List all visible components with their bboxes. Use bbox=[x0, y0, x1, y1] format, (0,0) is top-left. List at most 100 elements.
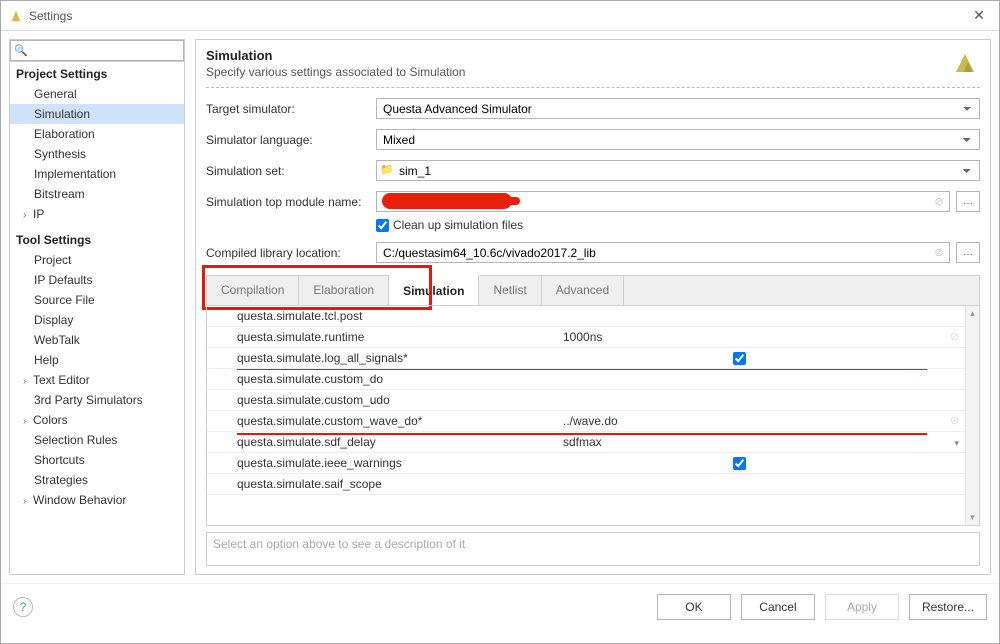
option-row[interactable]: questa.simulate.sdf_delay sdfmax ▾ bbox=[207, 432, 965, 453]
cancel-button[interactable]: Cancel bbox=[741, 594, 815, 620]
search-input[interactable] bbox=[10, 40, 184, 61]
clear-icon[interactable]: ⊘ bbox=[932, 194, 946, 208]
option-row[interactable]: questa.simulate.ieee_warnings bbox=[207, 453, 965, 474]
sidebar-item-general[interactable]: General bbox=[10, 84, 184, 104]
tool-settings-heading: Tool Settings bbox=[10, 230, 184, 250]
redacted-annotation bbox=[382, 193, 512, 209]
option-value[interactable]: sdfmax ▾ bbox=[557, 432, 965, 452]
option-checkbox[interactable] bbox=[733, 352, 746, 365]
scrollbar[interactable]: ▴ ▾ bbox=[965, 306, 979, 525]
browse-button[interactable]: … bbox=[956, 191, 980, 212]
option-value[interactable] bbox=[557, 306, 965, 326]
settings-tree: Project Settings GeneralSimulationElabor… bbox=[10, 62, 184, 574]
option-value[interactable] bbox=[557, 474, 965, 494]
sidebar-item-elaboration[interactable]: Elaboration bbox=[10, 124, 184, 144]
content-panel: Simulation Specify various settings asso… bbox=[195, 39, 991, 575]
ok-button[interactable]: OK bbox=[657, 594, 731, 620]
sidebar-item-ip-defaults[interactable]: IP Defaults bbox=[10, 270, 184, 290]
clear-icon[interactable]: ⊘ bbox=[950, 330, 959, 343]
tab-simulation[interactable]: Simulation bbox=[389, 275, 479, 305]
folder-icon: 📁 bbox=[380, 163, 394, 176]
option-text: ../wave.do bbox=[563, 414, 618, 428]
browse-button[interactable]: … bbox=[956, 242, 980, 263]
search-row: 🔍 bbox=[10, 40, 184, 62]
scroll-down-icon[interactable]: ▾ bbox=[968, 510, 977, 525]
options-grid: questa.simulate.tcl.post questa.simulate.… bbox=[207, 306, 965, 525]
option-value[interactable] bbox=[557, 348, 965, 368]
project-settings-heading: Project Settings bbox=[10, 64, 184, 84]
option-key: questa.simulate.custom_udo bbox=[207, 393, 557, 407]
option-key: questa.simulate.log_all_signals* bbox=[207, 351, 557, 365]
option-row[interactable]: questa.simulate.custom_udo bbox=[207, 390, 965, 411]
option-key: questa.simulate.custom_wave_do* bbox=[207, 414, 557, 428]
option-value[interactable] bbox=[557, 453, 965, 473]
option-key: questa.simulate.ieee_warnings bbox=[207, 456, 557, 470]
target-simulator-label: Target simulator: bbox=[206, 102, 366, 116]
simulation-set-label: Simulation set: bbox=[206, 164, 366, 178]
panel-title: Simulation bbox=[206, 48, 950, 63]
simulator-language-select[interactable]: Mixed bbox=[376, 129, 980, 150]
app-icon bbox=[9, 9, 23, 23]
option-checkbox[interactable] bbox=[733, 457, 746, 470]
sidebar-item-ip[interactable]: IP bbox=[10, 204, 184, 224]
sidebar-item-implementation[interactable]: Implementation bbox=[10, 164, 184, 184]
window-title: Settings bbox=[29, 9, 967, 23]
compiled-lib-label: Compiled library location: bbox=[206, 246, 366, 260]
sidebar-item-bitstream[interactable]: Bitstream bbox=[10, 184, 184, 204]
option-value[interactable]: ../wave.do ⊘ bbox=[557, 411, 965, 431]
help-button[interactable]: ? bbox=[13, 597, 33, 617]
scroll-up-icon[interactable]: ▴ bbox=[968, 306, 977, 321]
sidebar-item-source-file[interactable]: Source File bbox=[10, 290, 184, 310]
settings-sidebar: 🔍 Project Settings GeneralSimulationElab… bbox=[9, 39, 185, 575]
option-key: questa.simulate.custom_do bbox=[207, 372, 557, 386]
option-text: 1000ns bbox=[563, 330, 602, 344]
clear-icon[interactable]: ⊘ bbox=[932, 245, 946, 259]
option-value[interactable]: 1000ns ⊘ bbox=[557, 327, 965, 347]
option-row[interactable]: questa.simulate.custom_do bbox=[207, 369, 965, 390]
option-row[interactable]: questa.simulate.saif_scope bbox=[207, 474, 965, 495]
simulator-language-label: Simulator language: bbox=[206, 133, 366, 147]
sidebar-item-display[interactable]: Display bbox=[10, 310, 184, 330]
cleanup-checkbox[interactable] bbox=[376, 219, 389, 232]
divider bbox=[206, 87, 980, 88]
apply-button[interactable]: Apply bbox=[825, 594, 899, 620]
close-icon[interactable]: ✕ bbox=[967, 4, 991, 28]
chevron-down-icon[interactable]: ▾ bbox=[954, 438, 959, 449]
option-row[interactable]: questa.simulate.tcl.post bbox=[207, 306, 965, 327]
sidebar-item-webtalk[interactable]: WebTalk bbox=[10, 330, 184, 350]
option-key: questa.simulate.sdf_delay bbox=[207, 435, 557, 449]
tab-elaboration[interactable]: Elaboration bbox=[299, 276, 389, 305]
sidebar-item-window-behavior[interactable]: Window Behavior bbox=[10, 490, 184, 510]
vivado-logo-icon bbox=[950, 48, 980, 78]
tab-advanced[interactable]: Advanced bbox=[542, 276, 624, 305]
sidebar-item-shortcuts[interactable]: Shortcuts bbox=[10, 450, 184, 470]
sidebar-item-synthesis[interactable]: Synthesis bbox=[10, 144, 184, 164]
option-value[interactable] bbox=[557, 369, 965, 389]
option-value[interactable] bbox=[557, 390, 965, 410]
option-row[interactable]: questa.simulate.runtime 1000ns ⊘ bbox=[207, 327, 965, 348]
restore-button[interactable]: Restore... bbox=[909, 594, 987, 620]
sidebar-item-text-editor[interactable]: Text Editor bbox=[10, 370, 184, 390]
titlebar: Settings ✕ bbox=[1, 1, 999, 31]
sidebar-item-strategies[interactable]: Strategies bbox=[10, 470, 184, 490]
sidebar-item-3rd-party-simulators[interactable]: 3rd Party Simulators bbox=[10, 390, 184, 410]
panel-subtitle: Specify various settings associated to S… bbox=[206, 65, 950, 79]
option-row[interactable]: questa.simulate.custom_wave_do*../wave.d… bbox=[207, 411, 965, 432]
sidebar-item-selection-rules[interactable]: Selection Rules bbox=[10, 430, 184, 450]
sidebar-item-simulation[interactable]: Simulation bbox=[10, 104, 184, 124]
option-row[interactable]: questa.simulate.log_all_signals* bbox=[207, 348, 965, 369]
simulation-set-select[interactable]: sim_1 bbox=[376, 160, 980, 181]
sidebar-item-help[interactable]: Help bbox=[10, 350, 184, 370]
tab-netlist[interactable]: Netlist bbox=[479, 276, 541, 305]
compiled-lib-input[interactable] bbox=[376, 242, 950, 263]
option-key: questa.simulate.saif_scope bbox=[207, 477, 557, 491]
option-key: questa.simulate.runtime bbox=[207, 330, 557, 344]
clear-icon[interactable]: ⊘ bbox=[950, 414, 959, 427]
option-key: questa.simulate.tcl.post bbox=[207, 309, 557, 323]
sidebar-item-colors[interactable]: Colors bbox=[10, 410, 184, 430]
option-text: sdfmax bbox=[563, 435, 602, 449]
target-simulator-select[interactable]: Questa Advanced Simulator bbox=[376, 98, 980, 119]
tab-compilation[interactable]: Compilation bbox=[207, 276, 299, 305]
dialog-footer: ? OK Cancel Apply Restore... bbox=[1, 583, 999, 629]
sidebar-item-project[interactable]: Project bbox=[10, 250, 184, 270]
